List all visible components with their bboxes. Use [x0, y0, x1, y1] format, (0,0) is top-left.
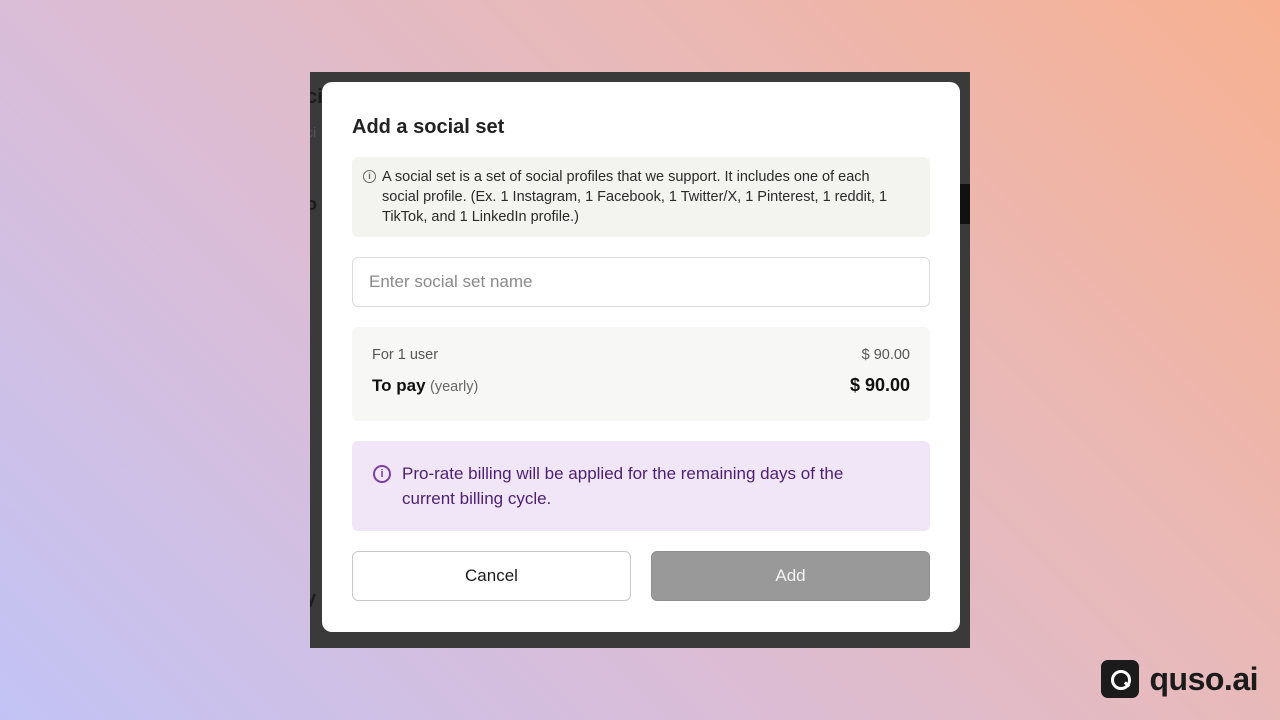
add-social-set-dialog: Add a social set i A social set is a set… — [322, 82, 960, 632]
total-amount: $ 90.00 — [849, 375, 910, 395]
background-subtext-fragment: ci — [310, 124, 317, 140]
total-label: To pay — [372, 375, 426, 395]
brand-logo: quso.ai — [1101, 660, 1258, 698]
prorate-notice: i Pro-rate billing will be applied for t… — [352, 441, 930, 531]
dialog-title: Add a social set — [352, 116, 505, 138]
cancel-button[interactable]: Cancel — [352, 551, 631, 601]
background-label-fragment-bottom: y — [310, 588, 317, 608]
info-text: A social set is a set of social profiles… — [382, 169, 888, 225]
per-user-row: For 1 user $ 90.00 — [372, 347, 910, 363]
per-user-label: For 1 user — [372, 347, 439, 363]
total-label-group: To pay (yearly) — [372, 376, 478, 396]
info-circle-icon: i — [373, 465, 391, 483]
notice-text: Pro-rate billing will be applied for the… — [402, 464, 844, 508]
info-icon: i — [363, 170, 376, 183]
social-set-name-input[interactable] — [352, 257, 930, 307]
info-box: i A social set is a set of social profil… — [352, 157, 930, 237]
pricing-summary: For 1 user $ 90.00 To pay (yearly) $ 90.… — [352, 327, 930, 421]
background-label-fragment: o — [310, 194, 317, 214]
per-user-amount: $ 90.00 — [861, 347, 910, 363]
add-button[interactable]: Add — [651, 551, 930, 601]
total-row: To pay (yearly) $ 90.00 — [372, 375, 910, 396]
background-heading-fragment: ci — [310, 86, 323, 108]
quso-logo-icon — [1101, 660, 1140, 698]
dialog-actions: Cancel Add — [352, 551, 930, 601]
brand-name: quso.ai — [1149, 660, 1258, 697]
billing-period: (yearly) — [429, 378, 479, 395]
